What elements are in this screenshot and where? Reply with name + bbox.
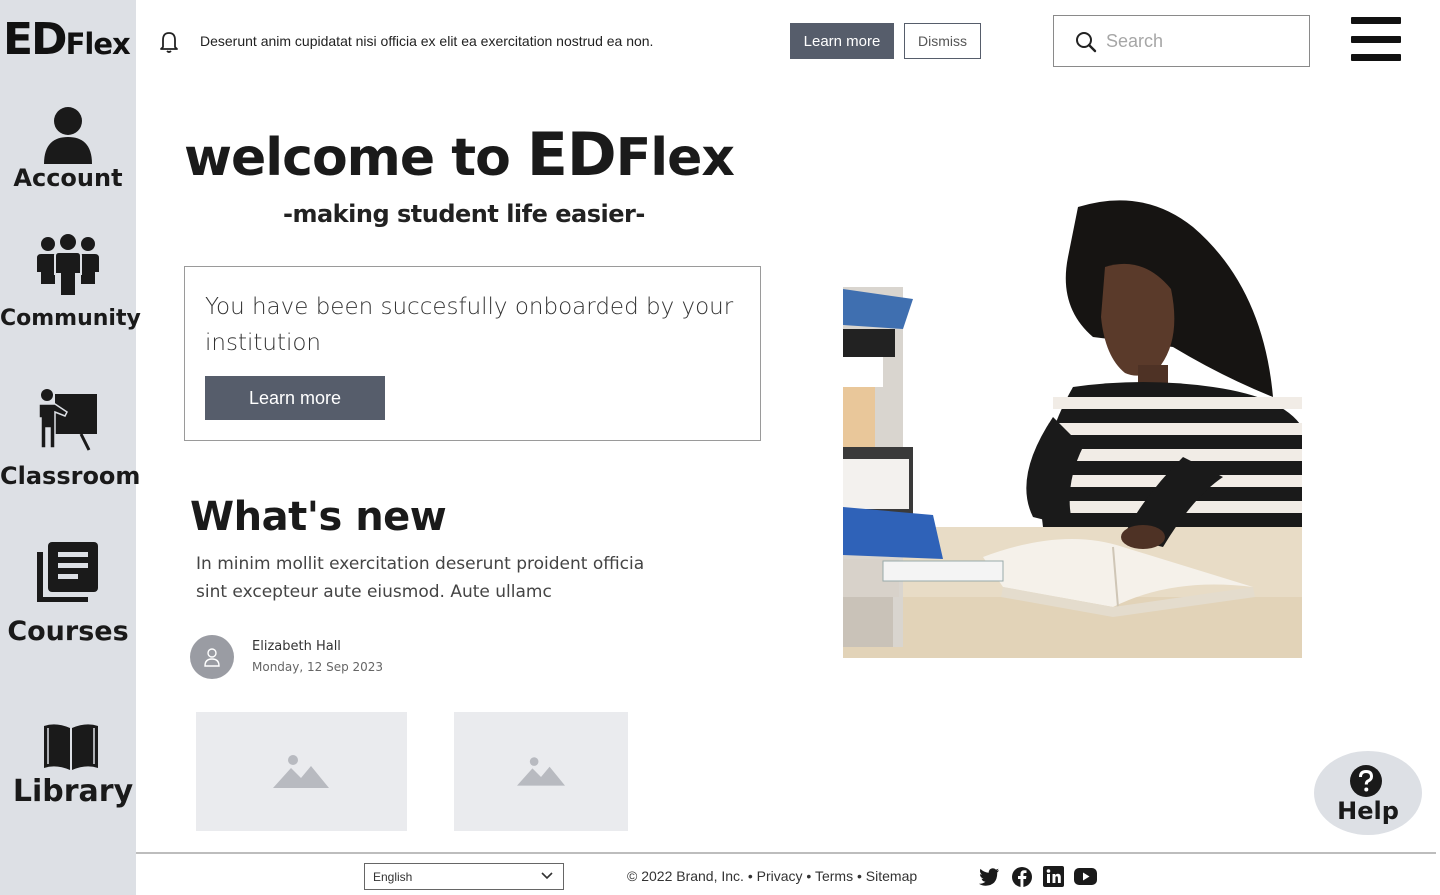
- bell-icon[interactable]: [158, 30, 180, 54]
- welcome-brand-secondary: Flex: [615, 128, 735, 188]
- sitemap-link[interactable]: Sitemap: [866, 868, 917, 884]
- avatar[interactable]: [190, 635, 234, 679]
- sidebar-item-label: Library: [12, 774, 134, 809]
- help-label: Help: [1337, 797, 1399, 825]
- whats-new-title: What's new: [190, 494, 447, 540]
- sidebar-item-label: Courses: [7, 616, 129, 647]
- sidebar-item-label: Community: [0, 306, 141, 331]
- logo-secondary: Flex: [65, 27, 131, 61]
- banner-dismiss-button[interactable]: Dismiss: [904, 23, 981, 59]
- user-icon: [204, 648, 220, 667]
- library-icon: [44, 724, 98, 770]
- copyright-text: © 2022 Brand, Inc.: [627, 868, 744, 884]
- search-box[interactable]: [1053, 15, 1310, 67]
- banner-message: Deserunt anim cupidatat nisi officia ex …: [200, 33, 654, 49]
- whats-new-body: In minim mollit exercitation deserunt pr…: [196, 554, 645, 602]
- classroom-icon: [38, 389, 97, 451]
- welcome-title: welcome to EDFlex: [184, 120, 735, 190]
- image-placeholder[interactable]: [454, 712, 628, 831]
- sidebar-item-library[interactable]: Library: [0, 720, 136, 809]
- search-input[interactable]: [1106, 26, 1301, 56]
- author-date: Monday, 12 Sep 2023: [252, 660, 384, 674]
- language-select[interactable]: English: [364, 863, 564, 890]
- logo-primary: ED: [3, 14, 68, 65]
- chevron-down-icon: [541, 872, 553, 880]
- welcome-brand-primary: ED: [526, 120, 617, 190]
- onboarding-message: You have been succesfully onboarded by y…: [205, 294, 734, 356]
- hamburger-menu-button[interactable]: [1351, 17, 1401, 62]
- community-icon: [37, 234, 99, 296]
- sidebar-item-label: Account: [13, 164, 123, 192]
- author-name: Elizabeth Hall: [252, 639, 341, 654]
- welcome-subtitle: -making student life easier-: [283, 200, 645, 228]
- image-placeholder[interactable]: [196, 712, 407, 831]
- sidebar-item-courses[interactable]: Courses: [0, 540, 136, 647]
- onboarding-card: You have been succesfully onboarded by y…: [184, 266, 761, 441]
- sidebar-item-label: Classroom: [0, 462, 141, 490]
- search-icon: [1076, 32, 1097, 53]
- welcome-prefix: welcome to: [184, 128, 527, 188]
- image-icon: [273, 755, 329, 788]
- sidebar-item-community[interactable]: Community: [0, 234, 141, 331]
- image-icon: [517, 757, 565, 786]
- courses-icon: [37, 542, 98, 602]
- student-studying-photo: [843, 197, 1302, 658]
- banner-learn-more-button[interactable]: Learn more: [790, 23, 894, 59]
- footer-divider: [136, 852, 1436, 854]
- brand-logo[interactable]: EDFlex: [3, 14, 131, 65]
- terms-link[interactable]: Terms: [815, 868, 853, 884]
- language-value: English: [373, 870, 413, 884]
- sidebar: EDFlex Account Community Classroom Cours…: [0, 0, 141, 895]
- sidebar-item-classroom[interactable]: Classroom: [0, 388, 141, 490]
- onboarding-learn-more-button[interactable]: Learn more: [205, 376, 385, 420]
- help-button[interactable]: Help: [1314, 751, 1422, 835]
- linkedin-icon[interactable]: [1043, 866, 1064, 887]
- privacy-link[interactable]: Privacy: [757, 868, 803, 884]
- youtube-icon[interactable]: [1074, 868, 1097, 885]
- facebook-icon[interactable]: [1011, 866, 1033, 888]
- question-icon: [1350, 765, 1382, 797]
- sidebar-item-account[interactable]: Account: [0, 104, 136, 192]
- footer-links: © 2022 Brand, Inc. • Privacy • Terms • S…: [627, 868, 918, 884]
- account-icon: [44, 107, 92, 164]
- twitter-icon[interactable]: [978, 867, 1000, 887]
